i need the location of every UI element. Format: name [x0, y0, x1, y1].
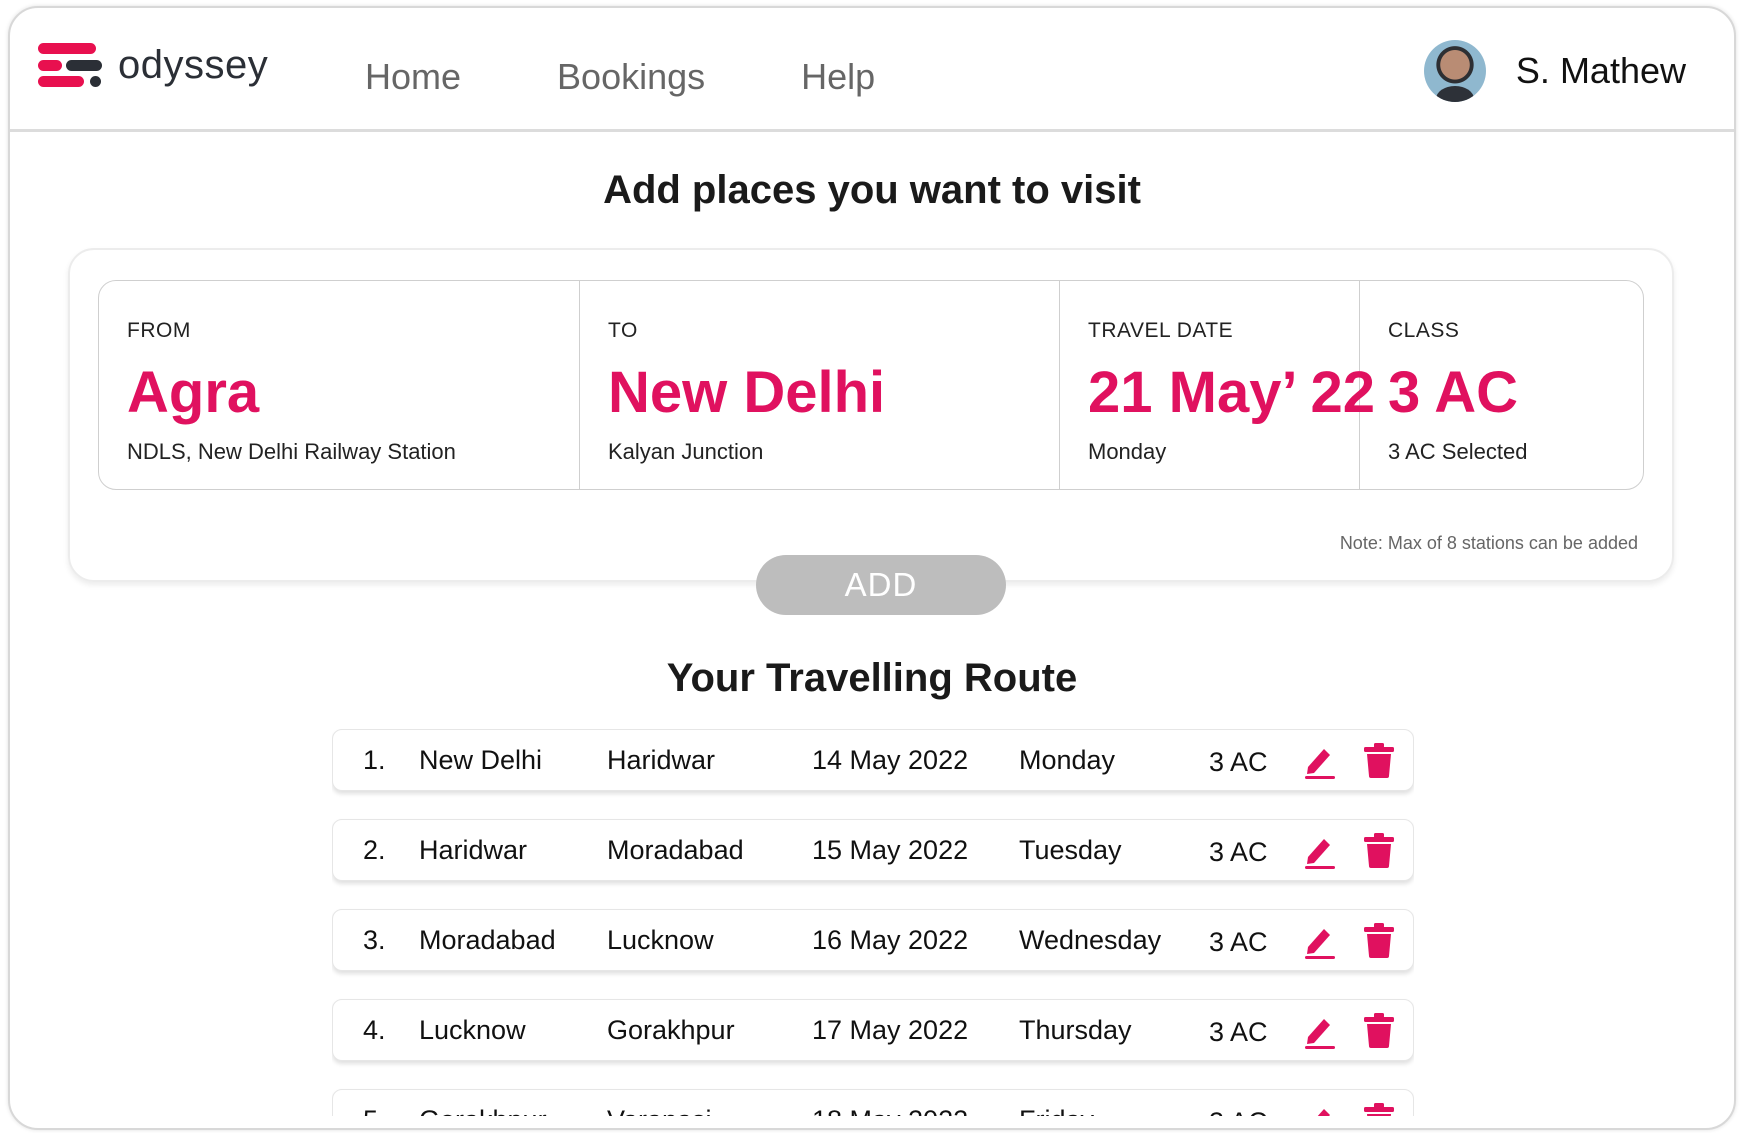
route-day: Wednesday [1019, 925, 1162, 955]
station-limit-note: Note: Max of 8 stations can be added [1339, 533, 1638, 553]
user-name: S. Mathew [1515, 50, 1686, 91]
route-from: Moradabad [419, 925, 556, 955]
route-from: Lucknow [419, 1015, 526, 1045]
page-title: Add places you want to visit [603, 168, 1141, 212]
route-to: Gorakhpur [607, 1015, 735, 1045]
nav-home[interactable]: Home [365, 56, 461, 98]
user-menu[interactable]: S. Mathew [1423, 40, 1686, 102]
route-row: 2. Haridwar Moradabad 15 May 2022 Tuesda… [332, 819, 1414, 881]
route-to: Varanasi [607, 1105, 712, 1116]
route-index: 1. [363, 745, 386, 775]
pencil-icon [1305, 929, 1335, 959]
route-row: 3. Moradabad Lucknow 16 May 2022 Wednesd… [332, 909, 1414, 971]
route-to: Lucknow [607, 925, 714, 955]
from-value: Agra [127, 360, 260, 425]
from-label: FROM [127, 319, 191, 342]
nav-help[interactable]: Help [801, 56, 875, 98]
travel-day: Monday [1088, 439, 1167, 464]
route-row: 1. New Delhi Haridwar 14 May 2022 Monday… [332, 729, 1414, 791]
top-navbar: odyssey Home Bookings Help S. Mathew [10, 8, 1734, 132]
route-class: 3 AC [1209, 1107, 1268, 1116]
to-station: Kalyan Junction [608, 439, 764, 464]
route-day: Thursday [1019, 1015, 1132, 1045]
route-row: 5. Gorakhpur Varanasi 18 May 2022 Friday… [332, 1089, 1414, 1116]
from-station: NDLS, New Delhi Railway Station [127, 439, 456, 464]
pencil-icon [1305, 1019, 1335, 1049]
route-day: Friday [1019, 1105, 1094, 1116]
route-class: 3 AC [1209, 927, 1268, 957]
delete-button[interactable] [1363, 742, 1395, 778]
route-date: 14 May 2022 [812, 745, 969, 775]
route-date: 16 May 2022 [812, 925, 969, 955]
delete-button[interactable] [1363, 1102, 1395, 1116]
pencil-icon [1305, 749, 1335, 779]
delete-button[interactable] [1363, 1012, 1395, 1048]
route-from: Haridwar [419, 835, 528, 865]
trash-icon [1364, 923, 1394, 958]
main-nav: Home Bookings Help [365, 56, 971, 98]
trash-icon [1364, 833, 1394, 868]
logo-mark-icon [38, 40, 104, 90]
route-to: Haridwar [607, 745, 716, 775]
route-index: 2. [363, 835, 386, 865]
nav-bookings[interactable]: Bookings [557, 56, 705, 98]
odyssey-logo[interactable]: odyssey [38, 40, 268, 90]
route-date: 17 May 2022 [812, 1015, 969, 1045]
route-date: 18 May 2022 [812, 1105, 968, 1116]
trash-icon [1364, 1013, 1394, 1048]
route-day: Tuesday [1019, 835, 1122, 865]
travel-date-value: 21 May’ 22 [1088, 360, 1375, 425]
journey-fields: FROM Agra NDLS, New Delhi Railway Statio… [98, 280, 1644, 490]
app-window: odyssey Home Bookings Help S. Mathew Add… [8, 6, 1736, 1130]
class-field[interactable]: CLASS 3 AC 3 AC Selected [1360, 281, 1643, 489]
delete-button[interactable] [1363, 922, 1395, 958]
route-date: 15 May 2022 [812, 835, 969, 865]
edit-button[interactable] [1303, 833, 1337, 869]
edit-button[interactable] [1303, 923, 1337, 959]
class-value: 3 AC [1388, 360, 1518, 425]
route-day: Monday [1019, 745, 1116, 775]
route-from: Gorakhpur [419, 1105, 547, 1116]
route-index: 3. [363, 925, 386, 955]
route-list: 1. New Delhi Haridwar 14 May 2022 Monday… [332, 729, 1414, 1116]
pencil-icon [1317, 1109, 1330, 1116]
route-class: 3 AC [1209, 1017, 1268, 1047]
journey-form-card: FROM Agra NDLS, New Delhi Railway Statio… [68, 248, 1674, 582]
route-to: Moradabad [607, 835, 744, 865]
delete-button[interactable] [1363, 832, 1395, 868]
to-value: New Delhi [608, 360, 886, 425]
trash-icon [1364, 743, 1394, 778]
route-class: 3 AC [1209, 837, 1268, 867]
class-selected: 3 AC Selected [1388, 439, 1528, 464]
route-title: Your Travelling Route [666, 656, 1078, 700]
route-from: New Delhi [419, 745, 543, 775]
edit-button[interactable] [1303, 1013, 1337, 1049]
route-class: 3 AC [1209, 747, 1268, 777]
travel-date-label: TRAVEL DATE [1088, 319, 1234, 342]
class-label: CLASS [1388, 319, 1460, 342]
route-row: 4. Lucknow Gorakhpur 17 May 2022 Thursda… [332, 999, 1414, 1061]
add-button[interactable]: ADD [756, 555, 1006, 615]
from-field[interactable]: FROM Agra NDLS, New Delhi Railway Statio… [99, 281, 580, 489]
brand-name: odyssey [118, 42, 269, 87]
edit-button[interactable] [1303, 1103, 1337, 1116]
pencil-icon [1305, 839, 1335, 869]
to-label: TO [608, 319, 638, 342]
route-index: 4. [363, 1015, 386, 1045]
route-index: 5. [363, 1105, 386, 1116]
to-field[interactable]: TO New Delhi Kalyan Junction [580, 281, 1060, 489]
edit-button[interactable] [1303, 743, 1337, 779]
avatar [1423, 40, 1486, 102]
trash-icon [1364, 1103, 1394, 1116]
travel-date-field[interactable]: TRAVEL DATE 21 May’ 22 Monday [1060, 281, 1375, 489]
